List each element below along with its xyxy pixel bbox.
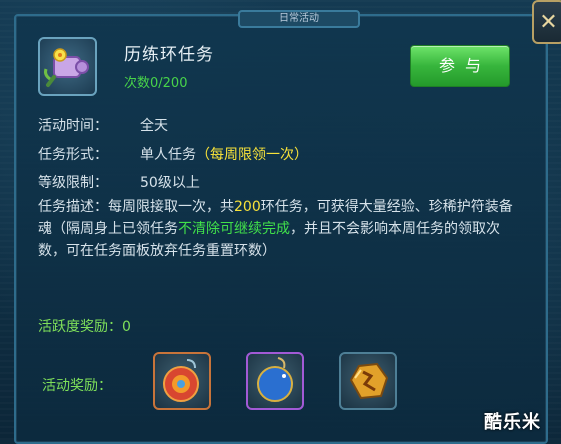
form-value: 单人任务 [140, 147, 196, 163]
form-note: （每周限领一次） [196, 147, 308, 163]
top-tab[interactable]: 日常活动 [238, 10, 360, 28]
info-form-row: 任务形式： 单人任务（每周限领一次） [38, 144, 308, 164]
desc-highlight-keep: 不清除可继续完成 [178, 221, 290, 237]
close-button[interactable]: ✕ [532, 0, 561, 44]
desc-highlight-count: 200 [234, 199, 261, 215]
level-value: 50级以上 [140, 175, 200, 191]
time-value: 全天 [140, 118, 168, 134]
activity-value: 0 [122, 319, 131, 335]
watermark: 酷乐米 [484, 412, 541, 433]
quest-count: 次数0/200 [124, 76, 188, 91]
activity-reward-row: 活跃度奖励：0 [38, 316, 131, 336]
reward-item-2[interactable] [246, 352, 304, 410]
time-label: 活动时间： [38, 118, 108, 134]
red-amulet-icon [163, 359, 199, 402]
level-label: 等级限制： [38, 175, 108, 191]
desc-text-a: 每周限接取一次，共 [108, 199, 234, 215]
close-icon: ✕ [539, 9, 558, 35]
activity-label: 活跃度奖励： [38, 319, 122, 335]
info-time-row: 活动时间： 全天 [38, 115, 168, 135]
quest-title: 历练环任务 [124, 45, 214, 65]
reward-item-1[interactable] [153, 352, 211, 410]
reward-item-3[interactable] [339, 352, 397, 410]
blue-moon-amulet-icon [257, 357, 293, 402]
gold-rune-stone-icon [349, 362, 389, 400]
rewards-label: 活动奖励： [42, 378, 112, 394]
info-level-row: 等级限制： 50级以上 [38, 172, 200, 192]
quest-scroll-icon [38, 37, 97, 96]
join-button[interactable]: 参与 [410, 45, 510, 87]
top-tab-label: 日常活动 [279, 13, 319, 24]
form-label: 任务形式： [38, 147, 108, 163]
quest-description: 任务描述：每周限接取一次，共200环任务，可获得大量经验、珍稀护符装备魂（隔周身… [38, 196, 518, 262]
desc-label: 任务描述： [38, 199, 108, 215]
